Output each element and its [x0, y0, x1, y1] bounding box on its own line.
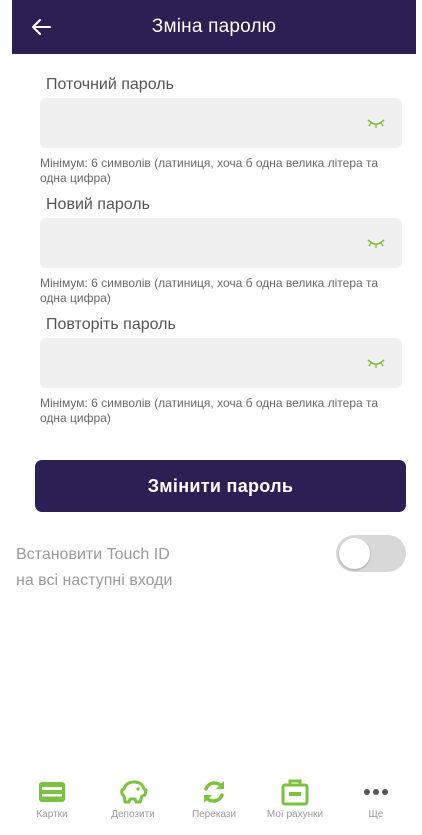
repeat-password-field[interactable] — [40, 338, 402, 388]
tab-transfers-label: Перекази — [191, 809, 237, 820]
repeat-password-label: Повторіть пароль — [46, 316, 176, 333]
tab-cards[interactable]: Картки — [12, 778, 92, 835]
tab-more[interactable]: Ще — [336, 778, 416, 835]
new-password-hint: Мінімум: 6 символів (латиниця, хоча б од… — [40, 276, 379, 305]
tab-my-accounts[interactable]: Мої рахунки — [255, 778, 335, 835]
tab-cards-label: Картки — [36, 809, 68, 820]
new-password-input[interactable] — [40, 218, 402, 268]
tab-deposits-label: Депозити — [111, 809, 155, 820]
repeat-password-input[interactable] — [40, 338, 402, 388]
back-button[interactable] — [26, 12, 56, 42]
refresh-icon — [204, 781, 224, 803]
current-password-input[interactable] — [40, 98, 402, 148]
toggle-knob — [339, 538, 370, 569]
more-dots-icon — [364, 789, 388, 795]
tab-transfers[interactable]: Перекази — [174, 778, 254, 835]
new-password-field[interactable] — [40, 218, 402, 268]
eye-closed-icon[interactable] — [366, 116, 386, 130]
repeat-password-hint: Мінімум: 6 символів (латиниця, хоча б од… — [40, 396, 379, 425]
card-icon — [39, 782, 65, 802]
current-password-field[interactable] — [40, 98, 402, 148]
piggy-bank-icon — [120, 780, 148, 804]
current-password-hint: Мінімум: 6 символів (латиниця, хоча б од… — [40, 156, 379, 185]
app-header: Зміна паролю — [12, 0, 416, 54]
change-password-button[interactable]: Змінити пароль — [35, 460, 406, 512]
briefcase-icon — [281, 779, 309, 806]
touch-id-label-line1: Встановити Touch ID — [16, 546, 170, 563]
page-title: Зміна паролю — [151, 16, 277, 37]
eye-closed-icon[interactable] — [366, 236, 386, 250]
new-password-label: Новий пароль — [46, 196, 150, 213]
eye-closed-icon[interactable] — [366, 356, 386, 370]
tab-more-label: Ще — [368, 809, 384, 820]
touch-id-toggle[interactable] — [336, 535, 406, 572]
touch-id-label-line2: на всі наступні входи — [16, 572, 173, 589]
tab-my-accounts-label: Мої рахунки — [266, 809, 324, 820]
touch-id-label: Встановити Touch ID на всі наступні вход… — [16, 542, 266, 594]
current-password-label: Поточний пароль — [46, 76, 174, 93]
arrow-left-icon — [32, 19, 51, 35]
tab-deposits[interactable]: Депозити — [93, 778, 173, 835]
bottom-tab-bar: Картки Депозити Перекази Мої рахунки Ще — [12, 778, 416, 835]
